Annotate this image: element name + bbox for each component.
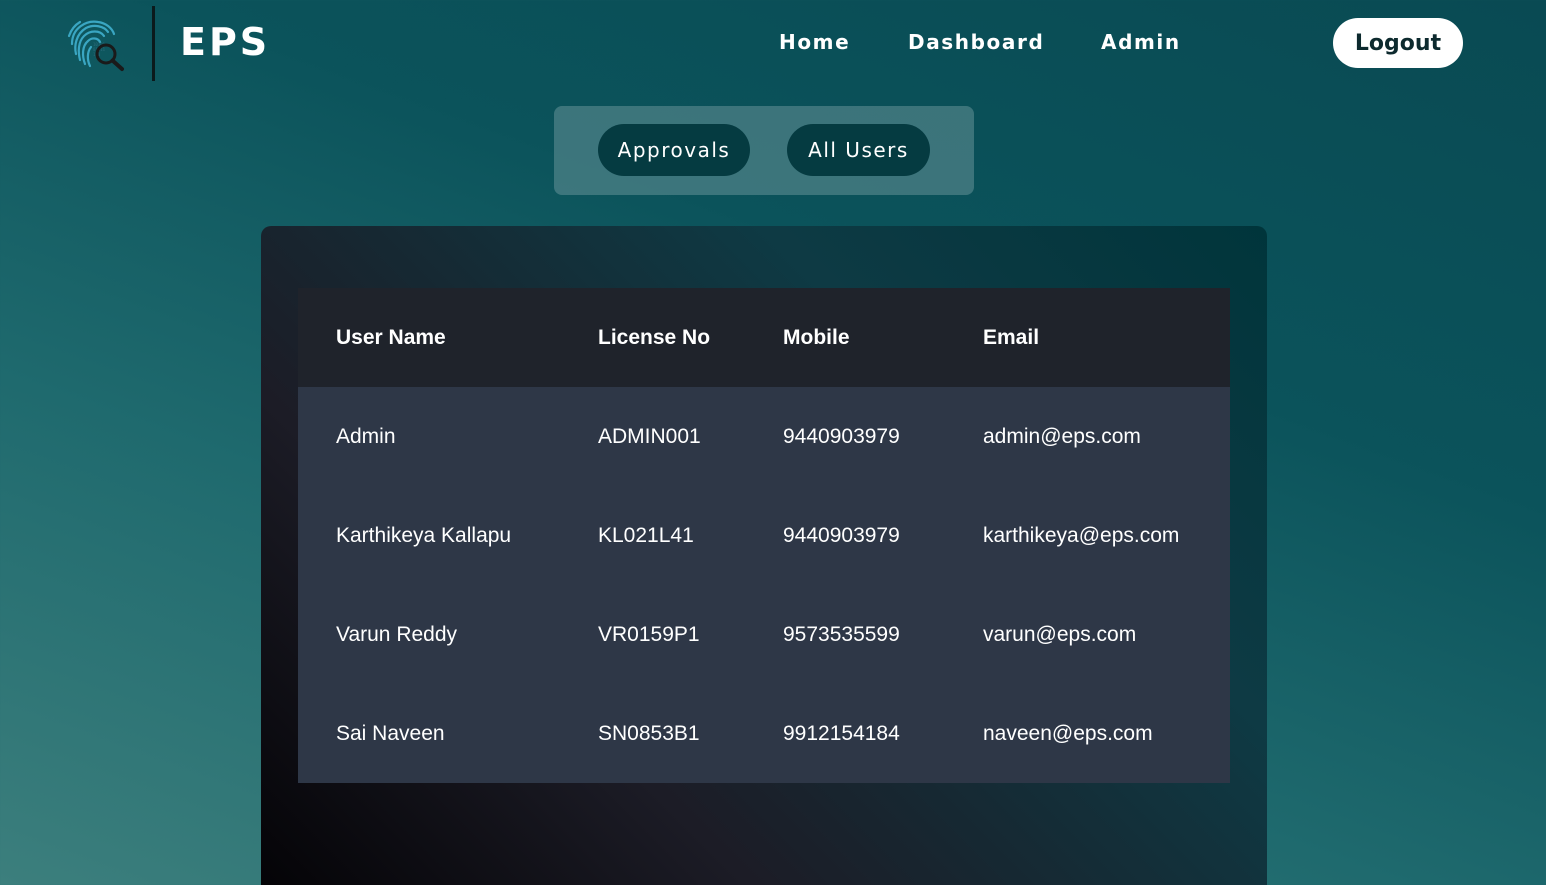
top-navbar: 10101 01011 110 EPS Home Dashboard Admin… xyxy=(0,0,1546,88)
cell-email: karthikeya@eps.com xyxy=(983,486,1230,585)
table-header-row: User Name License No Mobile Email xyxy=(298,288,1230,387)
cell-email: naveen@eps.com xyxy=(983,684,1230,783)
nav-admin[interactable]: Admin xyxy=(1101,30,1181,54)
cell-user-name: Varun Reddy xyxy=(298,585,598,684)
cell-mobile: 9440903979 xyxy=(783,486,983,585)
column-header-license-no: License No xyxy=(598,288,783,387)
table-row: Admin ADMIN001 9440903979 admin@eps.com xyxy=(298,387,1230,486)
logout-button[interactable]: Logout xyxy=(1333,18,1463,68)
table-row: Varun Reddy VR0159P1 9573535599 varun@ep… xyxy=(298,585,1230,684)
admin-tab-bar: Approvals All Users xyxy=(554,106,974,195)
cell-email: admin@eps.com xyxy=(983,387,1230,486)
header-divider xyxy=(152,6,155,81)
cell-email: varun@eps.com xyxy=(983,585,1230,684)
table-row: Karthikeya Kallapu KL021L41 9440903979 k… xyxy=(298,486,1230,585)
cell-license-no: ADMIN001 xyxy=(598,387,783,486)
cell-user-name: Sai Naveen xyxy=(298,684,598,783)
nav-home[interactable]: Home xyxy=(779,30,850,54)
cell-mobile: 9440903979 xyxy=(783,387,983,486)
cell-mobile: 9912154184 xyxy=(783,684,983,783)
tab-approvals[interactable]: Approvals xyxy=(598,124,750,176)
table-row: Sai Naveen SN0853B1 9912154184 naveen@ep… xyxy=(298,684,1230,783)
brand-title[interactable]: EPS xyxy=(180,20,270,64)
nav-dashboard[interactable]: Dashboard xyxy=(908,30,1044,54)
cell-mobile: 9573535599 xyxy=(783,585,983,684)
cell-user-name: Karthikeya Kallapu xyxy=(298,486,598,585)
column-header-mobile: Mobile xyxy=(783,288,983,387)
column-header-email: Email xyxy=(983,288,1230,387)
cell-license-no: SN0853B1 xyxy=(598,684,783,783)
column-header-user-name: User Name xyxy=(298,288,598,387)
users-table: User Name License No Mobile Email Admin … xyxy=(298,288,1230,783)
fingerprint-search-icon[interactable]: 10101 01011 110 xyxy=(66,16,128,72)
cell-license-no: VR0159P1 xyxy=(598,585,783,684)
cell-user-name: Admin xyxy=(298,387,598,486)
tab-all-users[interactable]: All Users xyxy=(787,124,930,176)
cell-license-no: KL021L41 xyxy=(598,486,783,585)
